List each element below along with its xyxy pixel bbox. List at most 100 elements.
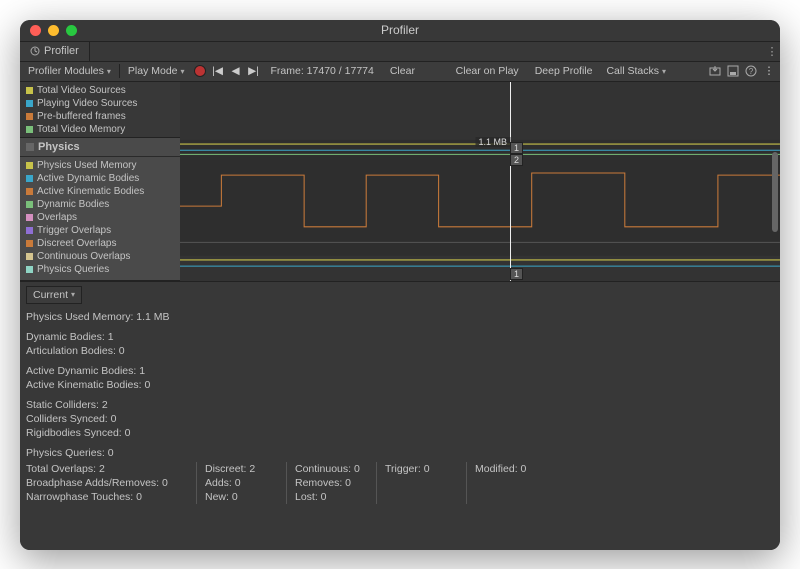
stat-line: Static Colliders: 2	[26, 398, 774, 412]
tab-menu-button[interactable]: ⋮	[764, 42, 780, 61]
window-title: Profiler	[20, 23, 780, 37]
legend-swatch	[26, 188, 33, 195]
legend-label: Playing Video Sources	[37, 97, 137, 110]
legend-label: Continuous Overlaps	[37, 250, 130, 263]
legend-item[interactable]: Overlaps	[26, 211, 174, 224]
stat-line: Narrowphase Touches: 0	[26, 490, 188, 504]
stat-line: Physics Used Memory: 1.1 MB	[26, 310, 774, 324]
legend-swatch	[26, 175, 33, 182]
legend-item[interactable]: Playing Video Sources	[26, 97, 174, 110]
clear-button[interactable]: Clear	[384, 65, 421, 77]
stat-line: Dynamic Bodies: 1	[26, 330, 774, 344]
minimize-window-button[interactable]	[48, 25, 59, 36]
menu-icon[interactable]: ⋮	[762, 64, 776, 78]
legend-swatch	[26, 100, 33, 107]
help-icon[interactable]: ?	[744, 64, 758, 78]
tab-row: Profiler ⋮	[20, 42, 780, 62]
legend-swatch	[26, 253, 33, 260]
chart-svg	[180, 82, 780, 281]
stat-line: Physics Queries: 0	[26, 446, 774, 460]
legend-label: Active Kinematic Bodies	[37, 185, 144, 198]
legend-column: Total Video SourcesPlaying Video Sources…	[20, 82, 180, 281]
charts-area: Total Video SourcesPlaying Video Sources…	[20, 82, 780, 282]
tab-profiler[interactable]: Profiler	[20, 42, 90, 61]
stat-line: Articulation Bodies: 0	[26, 344, 774, 358]
stat-line: Modified: 0	[475, 462, 548, 476]
chart-canvas[interactable]: 1.1 MB 1 2 1	[180, 82, 780, 281]
clear-on-play-toggle[interactable]: Clear on Play	[450, 65, 525, 77]
legend-item[interactable]: Pre-buffered frames	[26, 110, 174, 123]
frame-next-button[interactable]: ▶|	[247, 64, 261, 78]
frame-label: Frame: 17470 / 17774	[265, 65, 380, 77]
legend-item[interactable]: Physics Queries	[26, 263, 174, 276]
stat-line: Broadphase Adds/Removes: 0	[26, 476, 188, 490]
legend-item[interactable]: Trigger Overlaps	[26, 224, 174, 237]
legend-item[interactable]: Total Video Memory	[26, 123, 174, 136]
deep-profile-toggle[interactable]: Deep Profile	[529, 65, 599, 77]
stat-line: Continuous: 0	[295, 462, 368, 476]
zoom-window-button[interactable]	[66, 25, 77, 36]
legend-swatch	[26, 240, 33, 247]
stat-line: New: 0	[205, 490, 278, 504]
stat-line: Rigidbodies Synced: 0	[26, 426, 774, 440]
overlaps-columns: Total Overlaps: 2Broadphase Adds/Removes…	[26, 462, 774, 504]
legend-swatch	[26, 214, 33, 221]
playhead[interactable]	[510, 82, 511, 281]
toolbar: Profiler Modules Play Mode |◀ ◀ ▶| Frame…	[20, 62, 780, 82]
legend-label: Total Video Memory	[37, 123, 125, 136]
legend-label: Physics Used Memory	[37, 159, 136, 172]
legend-label: Discreet Overlaps	[37, 237, 116, 250]
legend-item[interactable]: Active Kinematic Bodies	[26, 185, 174, 198]
titlebar: Profiler	[20, 20, 780, 42]
tab-label: Profiler	[44, 45, 79, 57]
legend-label: Dynamic Bodies	[37, 198, 109, 211]
legend-label: Physics Queries	[37, 263, 109, 276]
profiler-window: Profiler Profiler ⋮ Profiler Modules Pla…	[20, 20, 780, 550]
window-controls	[20, 25, 77, 36]
load-icon[interactable]	[708, 64, 722, 78]
legend-label: Active Dynamic Bodies	[37, 172, 139, 185]
stat-line: Active Dynamic Bodies: 1	[26, 364, 774, 378]
profiler-modules-dropdown[interactable]: Profiler Modules	[24, 65, 115, 77]
legend-item[interactable]: Continuous Overlaps	[26, 250, 174, 263]
module-title: Physics	[38, 141, 80, 153]
profiler-icon	[30, 46, 40, 56]
legend-swatch	[26, 162, 33, 169]
content: Total Video SourcesPlaying Video Sources…	[20, 82, 780, 550]
legend-swatch	[26, 227, 33, 234]
stat-line: Adds: 0	[205, 476, 278, 490]
module-icon	[26, 143, 34, 151]
legend-item[interactable]: Dynamic Bodies	[26, 198, 174, 211]
frame-first-button[interactable]: |◀	[211, 64, 225, 78]
module-video[interactable]: Total Video SourcesPlaying Video Sources…	[20, 82, 180, 138]
legend-item[interactable]: Total Video Sources	[26, 84, 174, 97]
play-mode-dropdown[interactable]: Play Mode	[124, 65, 189, 77]
legend-label: Total Video Sources	[37, 84, 126, 97]
playhead-label: 1.1 MB	[475, 137, 510, 147]
details-panel: Current Physics Used Memory: 1.1 MB Dyna…	[20, 282, 780, 550]
stat-line: Removes: 0	[295, 476, 368, 490]
module-physics[interactable]: Physics Physics Used MemoryActive Dynami…	[20, 138, 180, 281]
legend-swatch	[26, 201, 33, 208]
legend-label: Trigger Overlaps	[37, 224, 111, 237]
legend-swatch	[26, 266, 33, 273]
legend-swatch	[26, 113, 33, 120]
legend-item[interactable]: Active Dynamic Bodies	[26, 172, 174, 185]
stat-line: Total Overlaps: 2	[26, 462, 188, 476]
frame-prev-button[interactable]: ◀	[229, 64, 243, 78]
legend-item[interactable]: Physics Used Memory	[26, 159, 174, 172]
playhead-badge-1: 1	[510, 142, 523, 154]
legend-swatch	[26, 87, 33, 94]
record-button[interactable]	[193, 64, 207, 78]
legend-label: Pre-buffered frames	[37, 110, 126, 123]
close-window-button[interactable]	[30, 25, 41, 36]
playhead-badge-2: 2	[510, 154, 523, 166]
details-view-dropdown[interactable]: Current	[26, 286, 82, 304]
stat-line: Active Kinematic Bodies: 0	[26, 378, 774, 392]
stat-line: Colliders Synced: 0	[26, 412, 774, 426]
legend-item[interactable]: Discreet Overlaps	[26, 237, 174, 250]
vertical-scrollbar[interactable]	[772, 152, 778, 232]
stat-line: Trigger: 0	[385, 462, 458, 476]
call-stacks-dropdown[interactable]: Call Stacks	[602, 65, 670, 77]
save-icon[interactable]	[726, 64, 740, 78]
